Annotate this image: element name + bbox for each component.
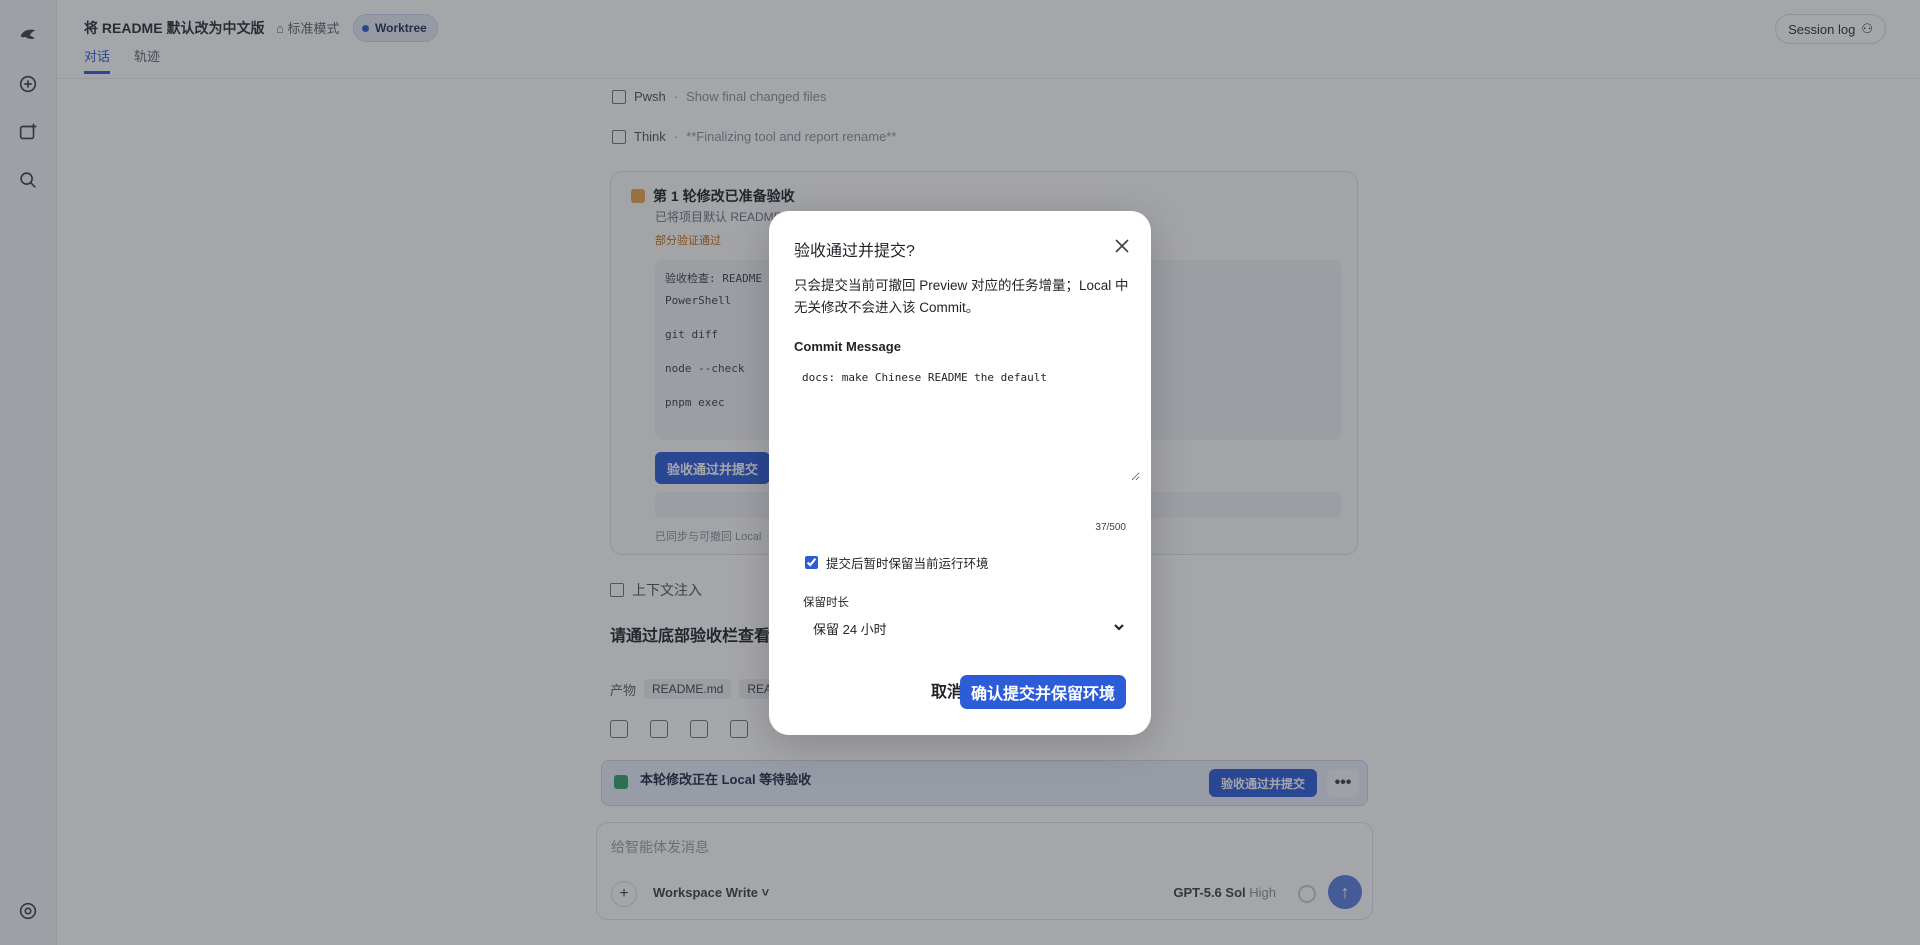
keep-env-checkbox[interactable] <box>805 556 818 569</box>
commit-message-field[interactable]: docs: make Chinese README the default <box>794 365 1140 481</box>
chevron-down-icon <box>1113 621 1125 636</box>
keep-env-option[interactable]: 提交后暂时保留当前运行环境 <box>805 553 989 572</box>
commit-dialog: 验收通过并提交? 只会提交当前可撤回 Preview 对应的任务增量；Local… <box>769 211 1151 735</box>
keep-env-label: 提交后暂时保留当前运行环境 <box>826 557 989 571</box>
close-icon[interactable] <box>1113 237 1131 255</box>
char-counter: 37/500 <box>1095 522 1126 533</box>
dialog-title: 验收通过并提交? <box>794 243 915 260</box>
dialog-description: 只会提交当前可撤回 Preview 对应的任务增量；Local 中无关修改不会进… <box>794 278 1129 315</box>
duration-select[interactable]: 保留 24 小时 <box>803 615 1133 641</box>
duration-label: 保留时长 <box>803 597 849 609</box>
duration-value: 保留 24 小时 <box>813 621 887 637</box>
confirm-commit-button[interactable]: 确认提交并保留环境 <box>960 675 1126 709</box>
commit-message-label: Commit Message <box>794 339 901 354</box>
